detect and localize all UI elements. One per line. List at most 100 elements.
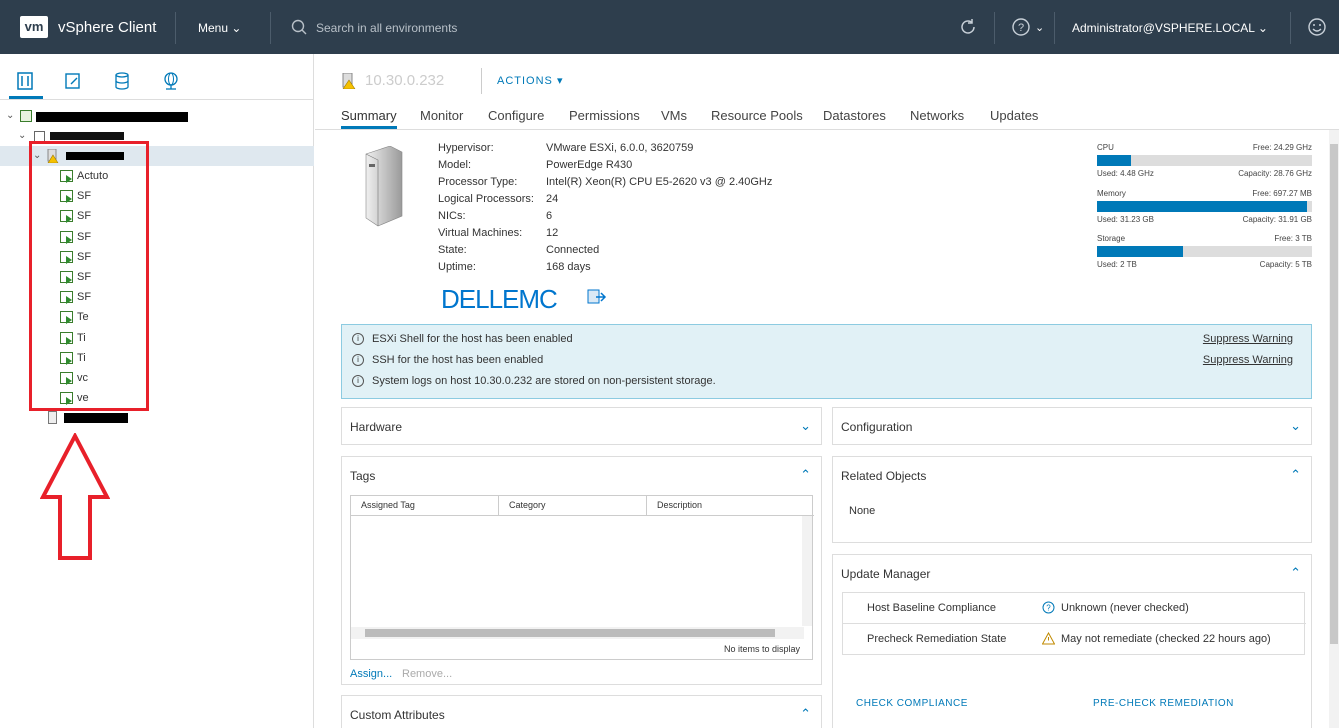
precheck-remediation-button[interactable]: PRE-CHECK REMEDIATION [1093, 698, 1234, 709]
header-divider [1290, 12, 1291, 44]
tab-datastores[interactable]: Datastores [823, 108, 886, 123]
um-value: Unknown (never checked) [1061, 602, 1189, 614]
resource-bar-fill [1097, 246, 1183, 257]
suppress-warning-link[interactable]: Suppress Warning [1203, 354, 1293, 366]
resource-bar-fill [1097, 201, 1308, 212]
prop-label: Uptime: [438, 261, 476, 273]
app-name[interactable]: vSphere Client [58, 19, 156, 36]
chevron-up-icon[interactable]: ⌃ [1290, 565, 1301, 581]
tree-row-vcenter[interactable]: ⌄ [0, 106, 314, 126]
chevron-down-icon[interactable]: ⌄ [800, 418, 811, 434]
feedback-smiley-icon[interactable] [1307, 17, 1327, 37]
chevron-down-icon[interactable]: ⌄ [6, 106, 14, 126]
resource-free: Free: 697.27 MB [1252, 189, 1312, 198]
prop-label: Processor Type: [438, 176, 518, 188]
tags-panel: Tags ⌃ Assigned Tag Category Description… [341, 456, 822, 685]
panel-title: Related Objects [841, 469, 927, 483]
um-row: Precheck Remediation State May not remed… [843, 624, 1306, 655]
custom-attributes-panel: Custom Attributes ⌃ [341, 695, 822, 728]
hardware-panel[interactable]: Hardware ⌄ [341, 407, 822, 445]
storage-icon[interactable] [114, 72, 130, 90]
tab-resource-pools[interactable]: Resource Pools [711, 108, 803, 123]
help-icon: ? [1042, 601, 1055, 614]
prop-label: Logical Processors: [438, 193, 534, 205]
configuration-panel[interactable]: Configuration ⌄ [832, 407, 1312, 445]
main-content: 10.30.0.232 ACTIONS ▾ Summary Monitor Co… [315, 54, 1339, 728]
top-header: vm vSphere Client Menu ⌄ Search in all e… [0, 0, 1339, 54]
chevron-up-icon[interactable]: ⌃ [1290, 467, 1301, 483]
refresh-icon[interactable] [958, 17, 978, 37]
tab-monitor[interactable]: Monitor [420, 108, 463, 123]
scrollbar-thumb[interactable] [365, 629, 775, 637]
alert-banner: i ESXi Shell for the host has been enabl… [341, 324, 1312, 399]
dell-emc-logo: DELLEMC [441, 284, 558, 314]
tree-row-host-2[interactable] [0, 408, 314, 428]
tab-updates[interactable]: Updates [990, 108, 1038, 123]
user-menu[interactable]: Administrator@VSPHERE.LOCAL ⌄ [1072, 21, 1268, 35]
remove-button[interactable]: Remove... [402, 668, 452, 680]
menu-button[interactable]: Menu ⌄ [198, 21, 241, 35]
annotation-up-arrow [40, 433, 110, 560]
warning-icon [1042, 632, 1055, 645]
chevron-down-icon[interactable]: ⌄ [1035, 21, 1044, 34]
chevron-down-icon[interactable]: ⌄ [1290, 418, 1301, 434]
resource-bar [1097, 201, 1312, 212]
alert-text: System logs on host 10.30.0.232 are stor… [372, 375, 716, 387]
grid-footer: No items to display [723, 644, 800, 654]
horizontal-scrollbar[interactable] [351, 627, 804, 639]
search-icon[interactable] [291, 19, 307, 35]
vmware-logo[interactable]: vm [20, 16, 48, 38]
host-warning-icon [342, 73, 356, 89]
resource-bar [1097, 155, 1312, 166]
update-manager-panel: Update Manager ⌃ Host Baseline Complianc… [832, 554, 1312, 728]
hosts-clusters-icon[interactable] [17, 72, 33, 90]
tab-summary[interactable]: Summary [341, 108, 397, 129]
assign-button[interactable]: Assign... [350, 668, 392, 680]
column-header[interactable]: Category [499, 496, 647, 515]
host-icon [48, 411, 57, 424]
vertical-scrollbar[interactable] [802, 516, 812, 626]
active-tab-indicator [9, 96, 43, 99]
related-none: None [849, 505, 876, 517]
chevron-up-icon[interactable]: ⌃ [800, 706, 811, 722]
vms-templates-icon[interactable] [65, 72, 81, 90]
prop-value: Intel(R) Xeon(R) CPU E5-2620 v3 @ 2.40GH… [546, 176, 773, 188]
search-input[interactable]: Search in all environments [316, 21, 457, 35]
chevron-down-icon[interactable]: ⌄ [18, 126, 26, 146]
actions-button[interactable]: ACTIONS ▾ [497, 74, 564, 87]
check-compliance-button[interactable]: CHECK COMPLIANCE [856, 698, 968, 709]
header-divider [270, 12, 271, 44]
resource-free: Free: 24.29 GHz [1252, 143, 1312, 152]
panel-title: Hardware [350, 420, 403, 434]
tab-permissions[interactable]: Permissions [569, 108, 640, 123]
networking-icon[interactable] [163, 72, 179, 90]
prop-value: VMware ESXi, 6.0.0, 3620759 [546, 142, 694, 154]
scrollbar-thumb[interactable] [1330, 144, 1338, 644]
related-objects-panel: Related Objects ⌃ None [832, 456, 1312, 543]
suppress-warning-link[interactable]: Suppress Warning [1203, 333, 1293, 345]
resource-used: Used: 31.23 GB [1097, 215, 1154, 224]
help-icon[interactable]: ? [1011, 17, 1031, 37]
tab-configure[interactable]: Configure [488, 108, 544, 123]
chevron-down-icon: ⌄ [231, 21, 242, 35]
prop-value: 6 [546, 210, 553, 222]
tags-grid: Assigned Tag Category Description No ite… [350, 495, 814, 660]
um-key: Precheck Remediation State [867, 633, 1007, 645]
column-header[interactable]: Description [647, 496, 814, 515]
chevron-up-icon[interactable]: ⌃ [800, 467, 811, 483]
header-divider [175, 12, 176, 44]
resource-capacity: Capacity: 31.91 GB [1242, 215, 1312, 224]
chevron-down-icon: ▾ [556, 75, 564, 87]
column-header[interactable]: Assigned Tag [351, 496, 499, 515]
prop-label: State: [438, 244, 467, 256]
vendor-plugin-icon[interactable] [587, 288, 607, 306]
annotation-red-box [29, 141, 149, 411]
alert-text: SSH for the host has been enabled [372, 354, 544, 366]
alert-text: ESXi Shell for the host has been enabled [372, 333, 573, 345]
navigator-tabs [0, 54, 314, 100]
svg-text:?: ? [1018, 22, 1024, 34]
resource-bar [1097, 246, 1312, 257]
tab-vms[interactable]: VMs [661, 108, 687, 123]
tab-networks[interactable]: Networks [910, 108, 964, 123]
main-scrollbar[interactable] [1329, 130, 1339, 728]
